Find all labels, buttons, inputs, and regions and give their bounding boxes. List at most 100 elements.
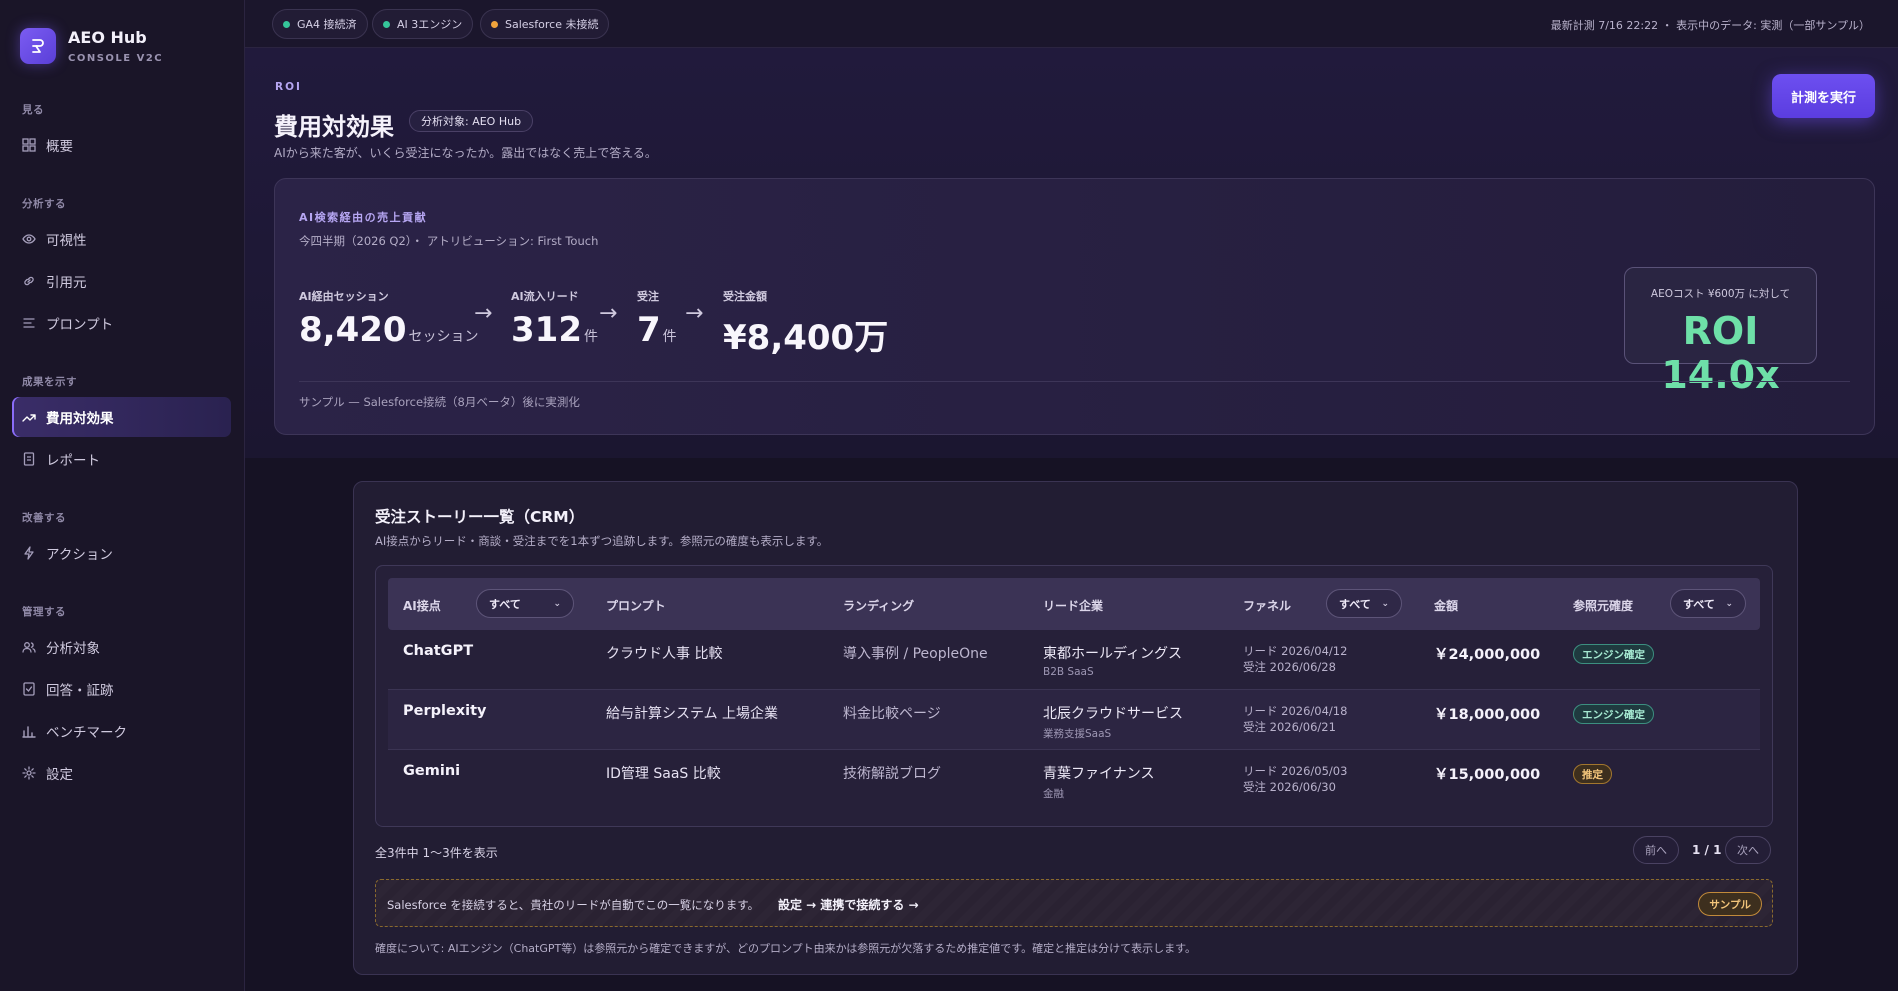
cell-company: 青葉ファイナンス 金融 [1043, 763, 1154, 801]
cell-funnel: リード 2026/04/12 受注 2026/06/28 [1243, 643, 1347, 675]
prev-page-button[interactable]: 前へ [1633, 836, 1679, 864]
engine-filter-select[interactable]: すべて ⌄ [476, 589, 574, 618]
cell-engine: Perplexity [403, 703, 487, 719]
page-description: AIから来た客が、いくら受注になったか。露出ではなく売上で答える。 [274, 146, 657, 160]
cell-landing[interactable]: 技術解説ブログ [843, 763, 941, 783]
cell-amount: ￥15,000,000 [1434, 767, 1541, 783]
company-industry: 金融 [1043, 788, 1064, 800]
sidebar-item-label: 回答・証跡 [46, 683, 114, 699]
confidence-footnote: 確度について: AIエンジン（ChatGPT等）は参照元から確定できますが、どの… [375, 942, 1197, 955]
target-chip[interactable]: 分析対象: AEO Hub [409, 110, 534, 132]
funnel-won-date: 受注 2026/06/30 [1243, 780, 1336, 794]
chevron-down-icon: ⌄ [1725, 598, 1733, 609]
nav-section-view: 見る [22, 104, 44, 116]
cell-company: 北辰クラウドサービス 業務支援SaaS [1043, 703, 1183, 741]
company-industry: 業務支援SaaS [1043, 728, 1112, 740]
metric-value: 7 [637, 310, 661, 350]
link-icon [22, 274, 36, 288]
cell-funnel: リード 2026/04/18 受注 2026/06/21 [1243, 703, 1347, 735]
metric-label: AI経由セッション [299, 290, 389, 303]
status-pill-label: Salesforce 未接続 [505, 18, 599, 31]
company-industry: B2B SaaS [1043, 666, 1094, 678]
cell-landing[interactable]: 料金比較ページ [843, 703, 941, 723]
metric-unit: セッション [408, 329, 479, 345]
status-dot [383, 20, 390, 28]
sidebar-item-actions[interactable]: アクション [12, 533, 231, 573]
confidence-badge: エンジン確定 [1573, 644, 1654, 664]
flow-arrow: → [474, 301, 493, 326]
sidebar-item-answers[interactable]: 回答・証跡 [12, 669, 231, 709]
sidebar-item-label: プロンプト [46, 317, 114, 333]
trending-up-icon [22, 410, 36, 424]
sidebar-item-visibility[interactable]: 可視性 [12, 219, 231, 259]
checklist-icon [22, 682, 36, 696]
sidebar-item-prompts[interactable]: プロンプト [12, 303, 231, 343]
cell-engine: Gemini [403, 763, 461, 779]
metric-sessions: AI経由セッション 8,420 セッション [299, 288, 479, 350]
eye-icon [22, 232, 36, 246]
metric-value: ¥8,400万 [723, 318, 889, 358]
cell-amount: ￥24,000,000 [1434, 647, 1541, 663]
metric-value: 312 [511, 310, 582, 350]
metric-won-amount: 受注金額 ¥8,400万 [723, 288, 888, 359]
next-page-button[interactable]: 次へ [1725, 836, 1771, 864]
sidebar-item-benchmark[interactable]: ベンチマーク [12, 711, 231, 751]
status-pill-label: AI 3エンジン [397, 18, 463, 31]
column-header-confidence: 参照元確度 [1573, 599, 1634, 613]
confidence-badge: エンジン確定 [1573, 704, 1654, 724]
sidebar: AEO Hub CONSOLE V2C 見る 概要 分析する 可視性 引用元 プ… [0, 0, 245, 991]
column-header-funnel: ファネル [1243, 599, 1292, 613]
connect-settings-link[interactable]: 設定 → 連携で接続する → [778, 896, 919, 913]
funnel-lead-date: リード 2026/05/03 [1243, 764, 1348, 778]
funnel-filter-select[interactable]: すべて ⌄ [1326, 589, 1402, 618]
metric-label: 受注 [637, 290, 659, 303]
flow-arrow: → [599, 301, 618, 326]
revenue-subtitle: 今四半期（2026 Q2）・ アトリビューション: First Touch [299, 234, 599, 248]
sidebar-item-label: ベンチマーク [46, 725, 127, 741]
roi-label: AEOコスト ¥600万 に対して [1650, 288, 1791, 300]
sidebar-item-reports[interactable]: レポート [12, 439, 231, 479]
company-name: 北辰クラウドサービス [1043, 706, 1183, 722]
last-measured-meta: 最新計測 7/16 22:22 ・ 表示中のデータ: 実測（一部サンプル） [1550, 19, 1870, 32]
table-row[interactable]: ChatGPT クラウド人事 比較 導入事例 / PeopleOne 東都ホール… [388, 630, 1760, 690]
confidence-filter-select[interactable]: すべて ⌄ [1670, 589, 1746, 618]
sidebar-item-settings[interactable]: 設定 [12, 753, 231, 793]
status-pill-label: GA4 接続済 [297, 18, 357, 31]
sidebar-item-label: アクション [46, 547, 113, 563]
confidence-badge: 推定 [1573, 764, 1612, 784]
chevron-down-icon: ⌄ [553, 598, 561, 609]
table-row[interactable]: Perplexity 給与計算システム 上場企業 料金比較ページ 北辰クラウドサ… [388, 690, 1760, 750]
banner-text: Salesforce を接続すると、貴社のリードが自動でこの一覧になります。 [387, 898, 760, 912]
status-dot [283, 20, 290, 28]
document-icon [22, 452, 36, 466]
metric-unit: 件 [662, 329, 677, 345]
cell-amount: ￥18,000,000 [1434, 707, 1541, 723]
filter-value: すべて [1683, 597, 1715, 611]
sample-badge: サンプル [1698, 892, 1762, 916]
status-pill-ai-engines[interactable]: AI 3エンジン [372, 9, 474, 39]
sidebar-item-label: レポート [46, 453, 100, 469]
revenue-card: AI検索経由の売上貢献 今四半期（2026 Q2）・ アトリビューション: Fi… [274, 178, 1875, 435]
brand[interactable]: AEO Hub CONSOLE V2C [20, 28, 163, 64]
sidebar-item-overview[interactable]: 概要 [12, 125, 231, 165]
revenue-note: サンプル — Salesforce接続（8月ベータ）後に実測化 [299, 395, 580, 409]
funnel-lead-date: リード 2026/04/18 [1243, 704, 1348, 718]
roi-value: ROI 14.0x [1661, 309, 1780, 397]
funnel-won-date: 受注 2026/06/21 [1243, 720, 1336, 734]
sidebar-item-citations[interactable]: 引用元 [12, 261, 231, 301]
topbar: GA4 接続済 AI 3エンジン Salesforce 未接続 最新計測 7/1… [245, 0, 1898, 48]
table-row[interactable]: Gemini ID管理 SaaS 比較 技術解説ブログ 青葉ファイナンス 金融 … [388, 750, 1760, 810]
status-pill-ga4[interactable]: GA4 接続済 [272, 9, 368, 39]
sidebar-item-roi[interactable]: 費用対効果 [12, 397, 231, 437]
metric-label: 受注金額 [723, 290, 767, 303]
status-pill-salesforce[interactable]: Salesforce 未接続 [480, 9, 610, 39]
cell-prompt: ID管理 SaaS 比較 [606, 766, 721, 782]
users-icon [22, 640, 36, 654]
sidebar-item-targets[interactable]: 分析対象 [12, 627, 231, 667]
cell-landing[interactable]: 導入事例 / PeopleOne [843, 643, 988, 663]
metric-won: 受注 7件 [637, 288, 677, 350]
nav-section-improve: 改善する [22, 512, 66, 524]
column-header-company: リード企業 [1043, 599, 1104, 613]
run-measurement-button[interactable]: 計測を実行 [1772, 74, 1875, 118]
crm-title: 受注ストーリー一覧（CRM） [375, 508, 585, 526]
